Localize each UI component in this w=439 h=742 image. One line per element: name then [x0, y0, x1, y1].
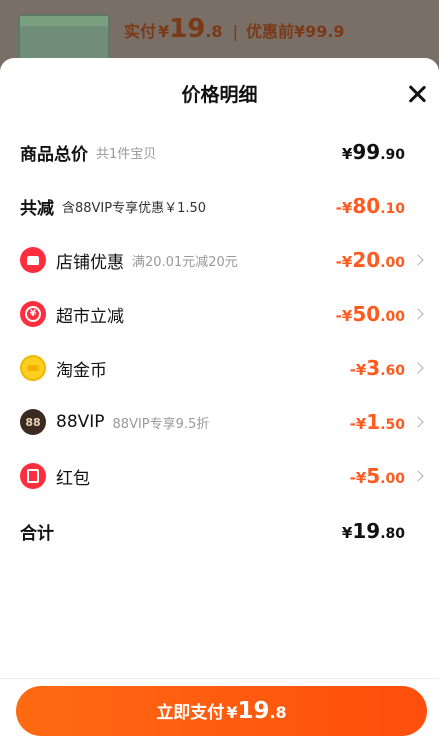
bottom-pay-bar: 立即支付 ¥ 19 .8	[0, 678, 439, 742]
amount-int: 19	[352, 519, 381, 543]
amount-sign: -¥	[349, 415, 367, 433]
sheet-title: 价格明细	[181, 84, 258, 106]
row-sum: 合计 ¥ 19 .80	[20, 514, 425, 548]
vip-sub: 88VIP专享9.5折	[112, 416, 210, 432]
shop-sub: 满20.01元减20元	[132, 254, 238, 270]
amount-sign: -¥	[335, 199, 353, 217]
row-total-price: 商品总价 共1件宝贝 ¥ 99 .90	[20, 135, 425, 169]
market-amount: -¥ 50 .00	[336, 302, 405, 326]
row-88vip[interactable]: 88 88VIP 88VIP专享9.5折 -¥ 1 .50	[20, 405, 425, 439]
reduction-label: 共减	[20, 198, 54, 219]
amount-sign: ¥	[341, 524, 353, 542]
paid-label: 实付	[124, 22, 157, 41]
amount-int: 99	[352, 140, 381, 164]
shop-icon	[20, 247, 46, 273]
amount-dec: .50	[380, 417, 405, 433]
vip-icon: 88	[20, 409, 46, 435]
amount-sign: -¥	[349, 469, 367, 487]
coin-label: 淘金币	[56, 360, 107, 381]
chevron-right-icon	[405, 416, 425, 428]
amount-dec: .00	[380, 309, 405, 325]
row-total-reduction: 共减 含88VIP专享优惠￥1.50 -¥ 80 .10	[20, 189, 425, 223]
amount-sign: -¥	[349, 361, 367, 379]
row-gold-coin[interactable]: 淘金币 -¥ 3 .60	[20, 351, 425, 385]
supermarket-icon-glyph: ¥	[25, 306, 41, 322]
amount-int: 1	[366, 410, 381, 434]
shop-label: 店铺优惠	[56, 252, 124, 273]
amount-dec: .10	[380, 201, 405, 217]
amount-int: 3	[366, 356, 381, 380]
total-label: 商品总价	[20, 144, 88, 165]
sum-amount: ¥ 19 .80	[342, 519, 405, 543]
shop-amount: -¥ 20 .00	[336, 248, 405, 272]
pay-now-button[interactable]: 立即支付 ¥ 19 .8	[16, 686, 427, 736]
redpack-amount: -¥ 5 .00	[350, 464, 405, 488]
amount-dec: .60	[380, 363, 405, 379]
redpack-label: 红包	[56, 468, 90, 489]
price-separator: |	[232, 22, 238, 41]
amount-dec: .00	[380, 255, 405, 271]
total-sub: 共1件宝贝	[96, 146, 157, 162]
row-supermarket-discount[interactable]: ¥ 超市立减 -¥ 50 .00	[20, 297, 425, 331]
chevron-right-icon	[405, 308, 425, 320]
sum-label: 合计	[20, 523, 54, 544]
pre-discount-price: 优惠前¥99.9	[245, 22, 345, 41]
amount-sign: ¥	[341, 145, 353, 163]
paid-symbol: ¥	[158, 22, 170, 41]
background-price: 实付 ¥ 19 .8 | 优惠前¥99.9	[124, 14, 345, 50]
amount-dec: .90	[380, 147, 405, 163]
coin-amount: -¥ 3 .60	[350, 356, 405, 380]
pay-label: 立即支付	[156, 703, 225, 723]
amount-dec: .80	[380, 526, 405, 542]
amount-sign: -¥	[335, 307, 353, 325]
chevron-right-icon	[405, 362, 425, 374]
amount-int: 80	[352, 194, 381, 218]
close-icon[interactable]	[405, 82, 429, 106]
vip-label: 88VIP	[56, 412, 105, 432]
pay-sign: ¥	[226, 703, 238, 722]
market-label: 超市立减	[56, 306, 124, 327]
amount-dec: .00	[380, 471, 405, 487]
gold-coin-icon	[20, 355, 46, 381]
chevron-right-icon	[405, 254, 425, 266]
supermarket-icon: ¥	[20, 301, 46, 327]
chevron-right-icon	[405, 470, 425, 482]
row-red-packet[interactable]: 红包 -¥ 5 .00	[20, 459, 425, 493]
reduction-sub: 含88VIP专享优惠￥1.50	[62, 200, 207, 216]
amount-int: 5	[366, 464, 381, 488]
paid-dec: .8	[205, 22, 223, 41]
row-shop-discount[interactable]: 店铺优惠 满20.01元减20元 -¥ 20 .00	[20, 243, 425, 277]
amount-int: 50	[352, 302, 381, 326]
reduction-amount: -¥ 80 .10	[336, 194, 405, 218]
red-packet-icon	[20, 463, 46, 489]
price-detail-sheet: 价格明细 商品总价 共1件宝贝 ¥ 99 .90 共减 含88VIP专享优惠￥1…	[0, 58, 439, 742]
vip-amount: -¥ 1 .50	[350, 410, 405, 434]
thumbnail-badge	[20, 16, 108, 26]
pay-int: 19	[237, 698, 270, 724]
pay-dec: .8	[269, 703, 287, 722]
total-amount: ¥ 99 .90	[342, 140, 405, 164]
amount-sign: -¥	[335, 253, 353, 271]
paid-int: 19	[169, 14, 206, 44]
amount-int: 20	[352, 248, 381, 272]
